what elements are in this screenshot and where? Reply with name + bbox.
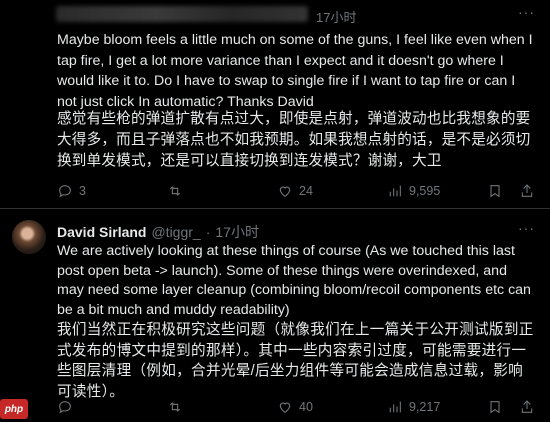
more-icon[interactable]: ··· <box>518 4 535 20</box>
blurred-author-header <box>56 6 308 22</box>
bookmark-button[interactable] <box>487 399 503 415</box>
repost-icon <box>169 186 181 196</box>
post-2-header: David Sirland @tiggr_ · 17小时 <box>57 222 259 242</box>
share-button[interactable] <box>519 399 535 415</box>
repost-button[interactable] <box>167 399 189 415</box>
views-count: 9,595 <box>409 184 441 198</box>
post-2-actions: 40 9,217 <box>57 399 537 419</box>
post-1-time[interactable]: 17小时 <box>316 7 356 26</box>
post-1-text-zh: 感觉有些枪的弹道扩散有点过大，即使是点射，弹道波动也比我想象的要大得多，而且子弹… <box>57 111 531 169</box>
bookmark-icon <box>490 401 500 414</box>
more-icon[interactable]: ··· <box>518 220 535 236</box>
post-1: 17小时 ··· Maybe bloom feels a little much… <box>0 0 550 208</box>
reply-count: 3 <box>79 184 86 198</box>
bookmark-icon <box>490 185 500 198</box>
views-button[interactable]: 9,595 <box>387 183 440 199</box>
reply-icon <box>59 185 71 198</box>
share-icon <box>521 400 533 413</box>
post-1-text-en: Maybe bloom feels a little much on some … <box>57 32 533 110</box>
reply-icon <box>59 401 71 414</box>
reply-button[interactable]: 3 <box>57 183 86 199</box>
like-button[interactable]: 24 <box>277 183 313 199</box>
author-name[interactable]: David Sirland <box>57 224 146 240</box>
views-count: 9,217 <box>409 400 441 414</box>
views-icon <box>389 401 401 413</box>
separator-dot: · <box>205 224 211 240</box>
views-icon <box>389 185 401 197</box>
share-icon <box>521 184 533 197</box>
php-watermark-logo: php <box>0 399 28 419</box>
avatar[interactable] <box>12 220 46 254</box>
like-button[interactable]: 40 <box>277 399 313 415</box>
post-1-actions: 3 24 9,595 <box>57 183 537 203</box>
like-count: 24 <box>299 184 313 198</box>
heart-icon <box>279 186 291 197</box>
bookmark-button[interactable] <box>487 183 503 199</box>
share-button[interactable] <box>519 183 535 199</box>
views-button[interactable]: 9,217 <box>387 399 440 415</box>
like-count: 40 <box>299 400 313 414</box>
repost-icon <box>169 402 181 412</box>
post-2-time[interactable]: 17小时 <box>215 222 259 242</box>
reply-button[interactable] <box>57 399 79 415</box>
post-2-text-zh: 我们当然正在积极研究这些问题（就像我们在上一篇关于公开测试版到正式发布的博文中提… <box>57 322 534 400</box>
heart-icon <box>279 402 291 413</box>
post-2-text-en: We are actively looking at these things … <box>57 243 531 319</box>
post-divider <box>0 208 550 209</box>
author-handle[interactable]: @tiggr_ <box>151 224 200 240</box>
repost-button[interactable] <box>167 183 189 199</box>
